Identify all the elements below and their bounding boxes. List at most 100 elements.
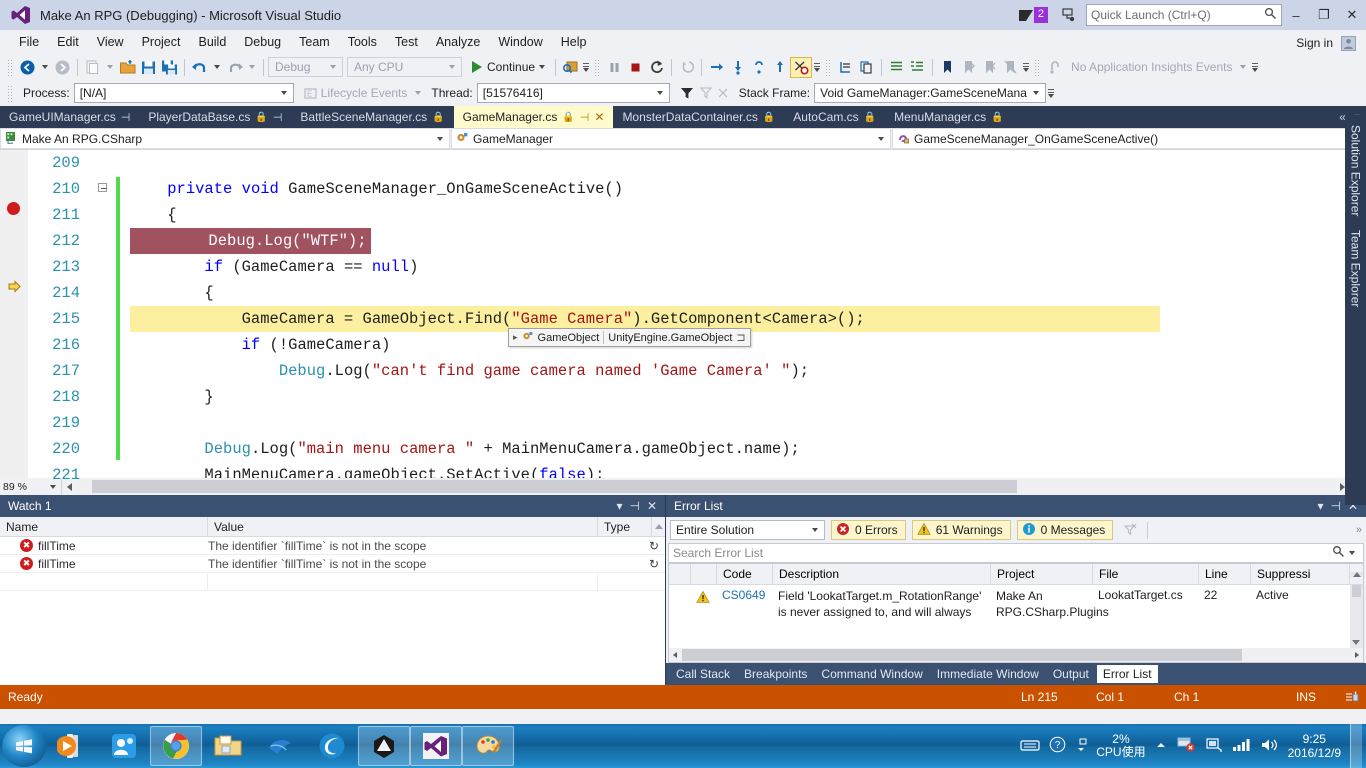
disable-all-breakpoints-icon[interactable] bbox=[790, 56, 813, 78]
process-combo[interactable]: [N/A] bbox=[73, 83, 294, 103]
document-tab-gameuimanager[interactable]: GameUIManager.cs ⊣ bbox=[0, 106, 139, 128]
show-hidden-tray-icon[interactable] bbox=[1155, 740, 1167, 753]
member-dropdown[interactable]: GameSceneManager_OnGameSceneActive() bbox=[892, 128, 1366, 149]
close-tab-icon[interactable]: ✕ bbox=[594, 110, 604, 124]
column-header-value[interactable]: Value bbox=[208, 516, 598, 537]
code-line[interactable]: if (GameCamera == null) bbox=[130, 254, 1349, 280]
filter-icon[interactable] bbox=[678, 84, 697, 103]
step-into-icon[interactable] bbox=[727, 57, 748, 78]
error-list-header[interactable]: Error List ▾ ⊣ ✕ bbox=[666, 495, 1366, 517]
error-scroll-thumb[interactable] bbox=[1352, 585, 1361, 597]
stack-frame-combo[interactable]: Void GameManager:GameSceneMana bbox=[814, 83, 1047, 103]
taskbar-item-hummingbird[interactable] bbox=[254, 726, 306, 766]
column-header-severity[interactable] bbox=[691, 564, 717, 584]
pin-icon[interactable]: ⊣ bbox=[273, 111, 283, 124]
comment-selection-icon[interactable] bbox=[835, 57, 856, 78]
new-item-dropdown-icon[interactable] bbox=[107, 65, 113, 69]
step-over-icon[interactable] bbox=[706, 57, 727, 78]
document-tab-autocam[interactable]: AutoCam.cs 🔒 bbox=[784, 106, 885, 128]
lifecycle-dropdown-icon[interactable] bbox=[415, 91, 422, 95]
code-line[interactable]: MainMenuCamera.gameObject.SetActive(fals… bbox=[130, 462, 1349, 478]
continue-dropdown-icon[interactable] bbox=[539, 65, 546, 69]
action-center-flag-icon[interactable] bbox=[1176, 736, 1196, 756]
document-tab-battlescenemanager[interactable]: BattleSceneManager.cs 🔒 bbox=[291, 106, 453, 128]
save-all-icon[interactable] bbox=[159, 57, 180, 78]
pin-icon[interactable]: ⊣ bbox=[580, 111, 590, 124]
column-header-type[interactable]: Type bbox=[598, 516, 652, 537]
code-line[interactable]: Debug.Log("can't find game camera named … bbox=[130, 358, 1349, 384]
menu-item-team[interactable]: Team bbox=[290, 33, 339, 51]
refresh-icon[interactable]: ↻ bbox=[649, 557, 659, 571]
signal-bars-icon[interactable] bbox=[1232, 737, 1251, 755]
watch-row[interactable]: ✖ fillTime The identifier `fillTime` is … bbox=[0, 555, 665, 573]
tab-call-stack[interactable]: Call Stack bbox=[670, 665, 736, 683]
app-insights-dropdown-icon[interactable] bbox=[1240, 65, 1247, 69]
code-lines[interactable]: private void GameSceneManager_OnGameScen… bbox=[88, 150, 1349, 478]
toolbar-overflow-icon[interactable] bbox=[1250, 57, 1260, 77]
error-scroll-down-icon[interactable] bbox=[1352, 640, 1360, 645]
scroll-right-arrow-icon[interactable] bbox=[1351, 652, 1363, 658]
menu-item-edit[interactable]: Edit bbox=[48, 33, 88, 51]
grid-scroll-up-icon[interactable] bbox=[652, 524, 665, 529]
messages-filter-button[interactable]: 0 Messages bbox=[1016, 520, 1114, 540]
outlining-collapse-icon[interactable] bbox=[98, 183, 107, 192]
keyboard-layout-icon[interactable] bbox=[1020, 738, 1040, 755]
navigate-back-icon[interactable] bbox=[17, 57, 38, 78]
column-header-description[interactable]: Description bbox=[773, 564, 991, 584]
refresh-icon[interactable]: ↻ bbox=[649, 539, 659, 553]
code-surface[interactable]: private void GameSceneManager_OnGameScen… bbox=[88, 150, 1349, 478]
close-icon[interactable]: ✕ bbox=[647, 499, 657, 513]
document-tab-menumanager[interactable]: MenuManager.cs 🔒 bbox=[885, 106, 1013, 128]
errors-filter-button[interactable]: 0 Errors bbox=[831, 520, 906, 540]
search-options-icon[interactable] bbox=[1349, 551, 1355, 555]
taskbar-item-unity[interactable] bbox=[358, 726, 410, 766]
pin-icon[interactable]: ⊣ bbox=[121, 111, 131, 124]
send-feedback-icon[interactable] bbox=[1060, 6, 1078, 24]
tab-immediate-window[interactable]: Immediate Window bbox=[931, 665, 1045, 683]
attach-to-process-icon[interactable] bbox=[560, 57, 581, 78]
toolbar-overflow-icon[interactable] bbox=[1021, 57, 1031, 77]
restart-icon[interactable] bbox=[646, 57, 667, 78]
warnings-filter-button[interactable]: 61 Warnings bbox=[911, 520, 1011, 540]
menu-item-debug[interactable]: Debug bbox=[235, 33, 290, 51]
stop-debugging-icon[interactable] bbox=[625, 57, 646, 78]
toolbar-grip[interactable] bbox=[7, 58, 14, 76]
document-tab-playerdatabase[interactable]: PlayerDataBase.cs 🔒 ⊣ bbox=[139, 106, 291, 128]
menu-item-analyze[interactable]: Analyze bbox=[427, 33, 489, 51]
window-menu-icon[interactable]: ▾ bbox=[1317, 499, 1323, 513]
windows-start-orb-icon[interactable] bbox=[2, 725, 46, 767]
thread-combo[interactable]: [51576416] bbox=[476, 83, 670, 103]
taskbar-item-windows-explorer[interactable] bbox=[202, 726, 254, 766]
toolbar-overflow-icon[interactable]: » bbox=[1356, 524, 1362, 536]
column-header-line[interactable]: Line bbox=[1199, 564, 1251, 584]
column-header-file[interactable]: File bbox=[1093, 564, 1199, 584]
taskbar-item-browser[interactable] bbox=[306, 726, 358, 766]
code-line[interactable]: } bbox=[130, 384, 1349, 410]
step-out-icon[interactable] bbox=[748, 57, 769, 78]
network-icon[interactable] bbox=[1205, 736, 1223, 756]
watch-name[interactable]: fillTime bbox=[38, 539, 208, 553]
minimize-button[interactable]: – bbox=[1282, 2, 1310, 28]
vertical-tab-solution-explorer[interactable]: Solution Explorer bbox=[1349, 121, 1363, 220]
redo-dropdown-icon[interactable] bbox=[249, 65, 255, 69]
scope-combo[interactable]: Entire Solution bbox=[670, 520, 825, 540]
code-line[interactable]: { bbox=[130, 202, 1349, 228]
error-row[interactable]: CS0649 Field 'LookatTarget.m_RotationRan… bbox=[669, 585, 1350, 620]
tab-output[interactable]: Output bbox=[1047, 665, 1095, 683]
watch-row-empty[interactable] bbox=[0, 572, 665, 591]
uncomment-selection-icon[interactable] bbox=[856, 57, 877, 78]
user-account-icon[interactable] bbox=[1341, 35, 1356, 51]
navigate-back-dropdown-icon[interactable] bbox=[42, 65, 48, 69]
toolbar-grip[interactable] bbox=[7, 84, 14, 102]
error-hscroll-thumb[interactable] bbox=[682, 649, 1242, 661]
code-line[interactable]: { bbox=[130, 280, 1349, 306]
error-code[interactable]: CS0649 bbox=[717, 588, 773, 620]
save-icon[interactable] bbox=[138, 57, 159, 78]
undo-icon[interactable] bbox=[189, 57, 210, 78]
help-icon[interactable]: ? bbox=[1049, 736, 1066, 756]
code-line[interactable]: Debug.Log("main menu camera " + MainMenu… bbox=[130, 436, 1349, 462]
toolbar-overflow-icon[interactable] bbox=[1046, 83, 1056, 103]
toolbar-grip[interactable] bbox=[1034, 58, 1042, 76]
toolbar-grip[interactable] bbox=[594, 58, 602, 76]
project-dropdown[interactable]: Make An RPG.CSharp bbox=[0, 128, 450, 149]
